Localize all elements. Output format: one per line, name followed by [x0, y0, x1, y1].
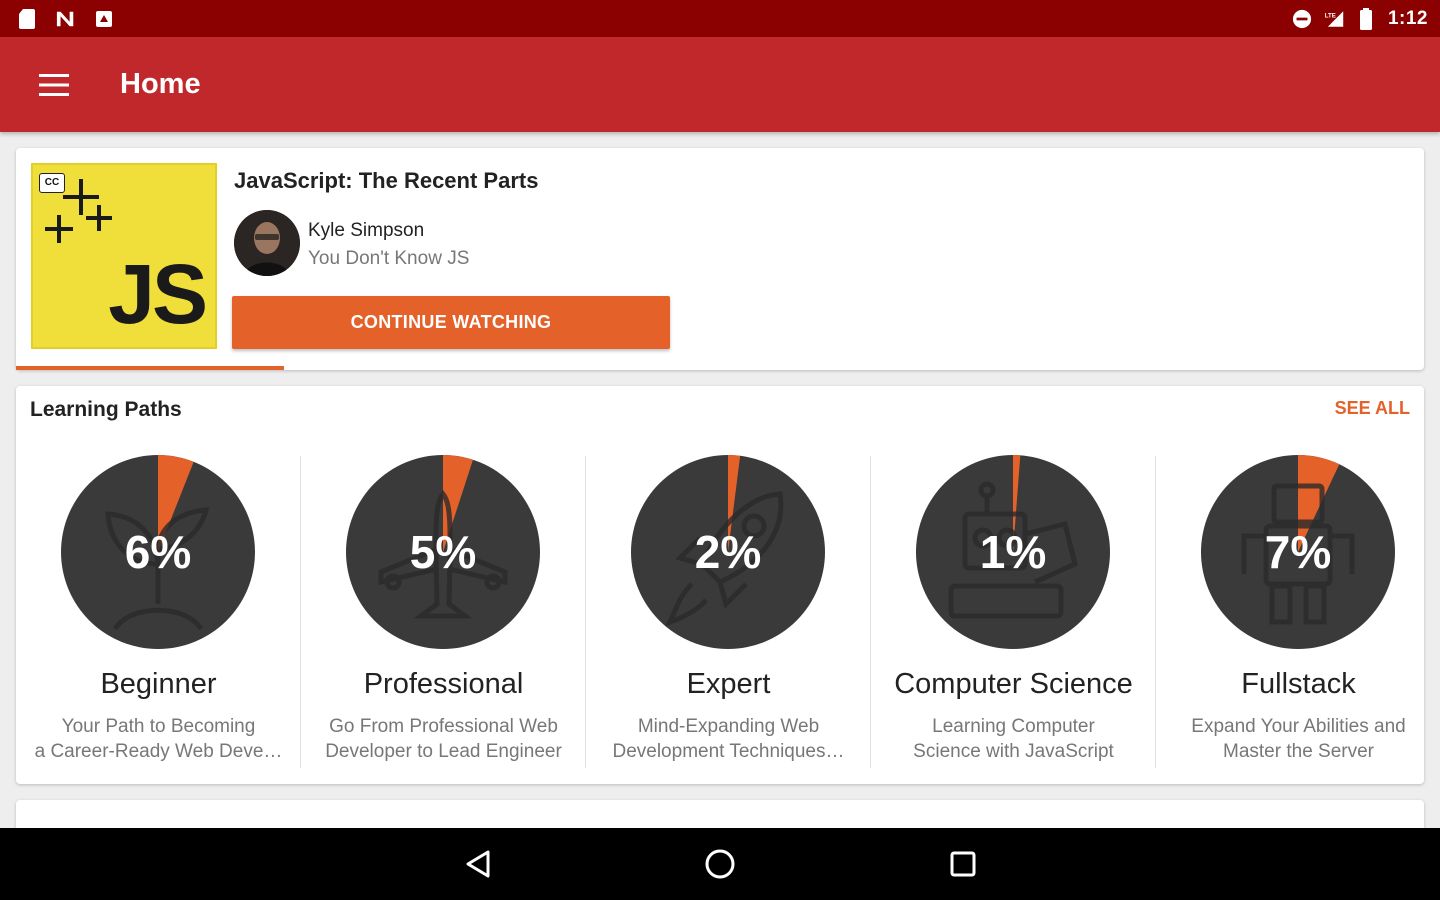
path-desc-line: a Career-Ready Web Deve… [34, 741, 283, 762]
course-title: JavaScript: The Recent Parts [234, 168, 539, 193]
path-item-expert[interactable]: 2% Expert Mind-Expanding Web Development… [586, 454, 871, 772]
status-left-icons [18, 8, 114, 29]
n-icon [56, 9, 76, 29]
path-desc-line: Developer to Lead Engineer [325, 741, 562, 762]
path-description: Expand Your Abilities and Master the Ser… [1166, 714, 1431, 764]
path-desc-line: Mind-Expanding Web [637, 716, 820, 737]
path-percent-label: 5% [410, 526, 476, 578]
path-name: Fullstack [1241, 668, 1356, 700]
learning-paths-title: Learning Paths [30, 398, 182, 421]
path-desc-line: Your Path to Becoming [61, 716, 256, 737]
path-item-professional[interactable]: 5% Professional Go From Professional Web… [301, 454, 586, 772]
path-name: Professional [363, 668, 524, 700]
do-not-disturb-icon [1292, 9, 1312, 29]
path-desc-line: Learning Computer [932, 716, 1095, 737]
course-progress-fill [16, 366, 284, 370]
hamburger-menu-icon[interactable] [27, 58, 81, 112]
path-desc-line: Development Techniques… [612, 741, 845, 762]
recents-icon[interactable] [933, 834, 993, 894]
app-bar: Home [0, 37, 1440, 132]
see-all-link[interactable]: SEE ALL [1335, 398, 1410, 419]
instructor-name: Kyle Simpson [308, 220, 425, 241]
app-icon [94, 9, 114, 29]
course-thumbnail[interactable]: CC JS [31, 163, 217, 349]
back-icon[interactable] [448, 834, 508, 894]
instructor-subtitle: You Don't Know JS [308, 248, 470, 269]
path-name: Computer Science [894, 668, 1133, 700]
path-desc-line: Expand Your Abilities and [1191, 716, 1406, 737]
learning-paths-card: Learning Paths SEE ALL 6% Beginner Your … [16, 386, 1424, 784]
robot-arm-icon: 1% [916, 455, 1110, 649]
path-description: Go From Professional Web Developer to Le… [311, 714, 576, 764]
continue-course-card[interactable]: CC JS JavaScript: The Recent Parts Kyle … [16, 148, 1424, 370]
rocket-icon: 2% [631, 455, 825, 649]
path-percent-label: 2% [695, 526, 761, 578]
path-name: Beginner [100, 668, 217, 700]
system-nav-bar [0, 828, 1440, 900]
path-item-fullstack[interactable]: 7% Fullstack Expand Your Abilities and M… [1156, 454, 1440, 772]
signal-lte-icon: LTE [1324, 9, 1344, 29]
path-item-computer-science[interactable]: 1% Computer Science Learning Computer Sc… [871, 454, 1156, 772]
path-description: Your Path to Becoming a Career-Ready Web… [26, 714, 291, 764]
path-description: Learning Computer Science with JavaScrip… [881, 714, 1146, 764]
status-bar: LTE 1:12 [0, 0, 1440, 37]
status-time: 1:12 [1387, 7, 1428, 29]
path-description: Mind-Expanding Web Development Technique… [596, 714, 861, 764]
path-item-beginner[interactable]: 6% Beginner Your Path to Becoming a Care… [16, 454, 301, 772]
path-desc-line: Master the Server [1223, 741, 1374, 762]
battery-icon [1356, 7, 1376, 30]
continue-watching-button[interactable]: CONTINUE WATCHING [232, 296, 670, 349]
status-right-icons: LTE 1:12 [1292, 7, 1428, 30]
path-percent-label: 7% [1265, 526, 1331, 578]
path-desc-line: Science with JavaScript [913, 741, 1114, 762]
home-icon[interactable] [690, 834, 750, 894]
path-desc-line: Go From Professional Web [329, 716, 558, 737]
page-title: Home [120, 68, 201, 100]
thumbnail-js-text: JS [108, 247, 208, 341]
sparkle-plus-icon [45, 179, 112, 243]
svg-text:LTE: LTE [1325, 12, 1336, 19]
airplane-icon: 5% [346, 455, 540, 649]
sd-card-icon [18, 8, 38, 29]
path-percent-label: 6% [125, 526, 191, 578]
robot-icon: 7% [1201, 455, 1395, 649]
avatar [234, 210, 300, 276]
plant-icon: 6% [61, 455, 255, 649]
path-percent-label: 1% [980, 526, 1046, 578]
path-name: Expert [686, 668, 771, 700]
course-progress-bar [16, 366, 1424, 370]
